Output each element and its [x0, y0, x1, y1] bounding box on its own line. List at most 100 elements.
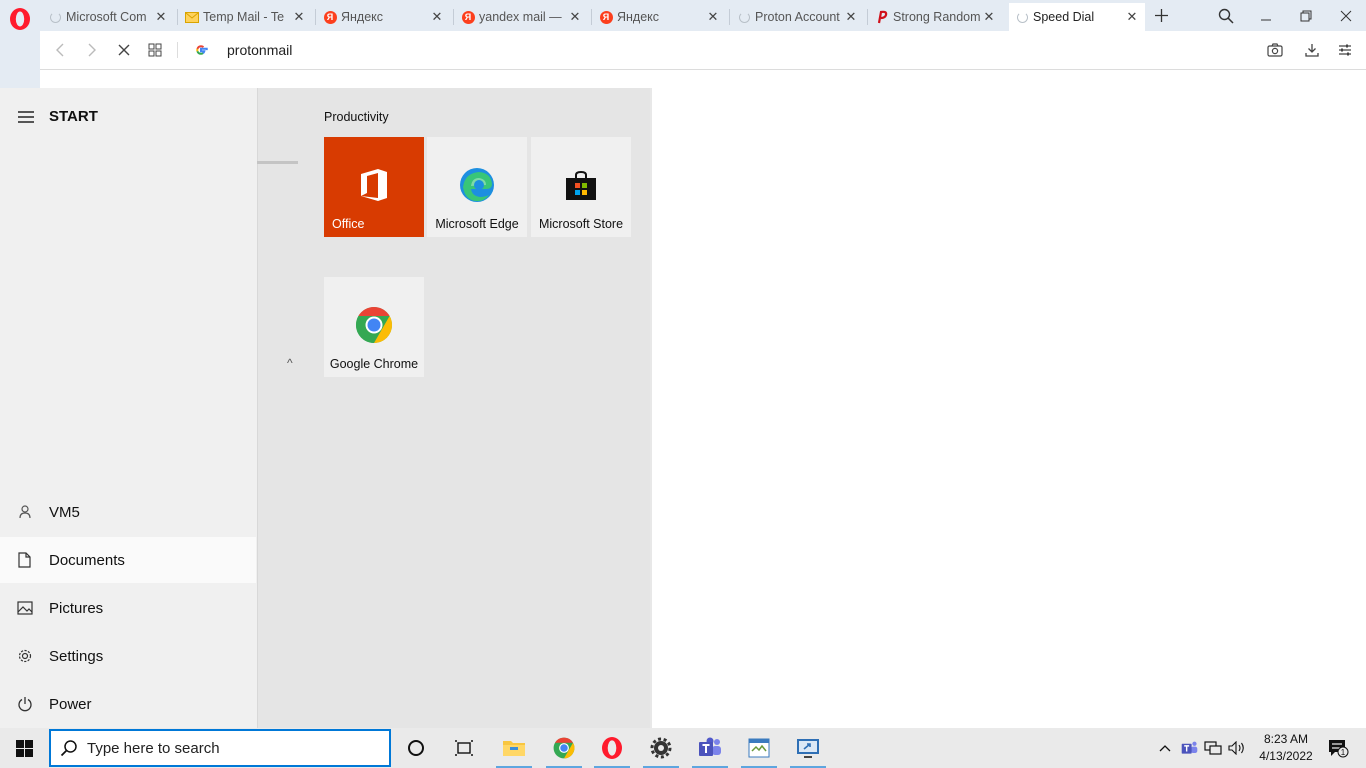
google-search-engine-icon [193, 42, 209, 58]
new-tab-button[interactable] [1146, 0, 1176, 31]
office-logo-icon [324, 165, 424, 205]
restore-button[interactable] [1286, 0, 1326, 31]
tray-volume[interactable] [1226, 728, 1248, 768]
teams-logo-icon [1181, 741, 1197, 754]
start-item-power[interactable]: Power [0, 681, 256, 727]
start-item-documents[interactable]: Documents [0, 537, 256, 583]
chevron-left-icon [56, 43, 64, 57]
taskbar-google-chrome[interactable] [540, 728, 588, 768]
cortana-button[interactable] [392, 728, 440, 768]
taskbar-teams[interactable] [686, 728, 734, 768]
start-item-settings[interactable]: Settings [0, 633, 256, 679]
tab-label: yandex mail — [479, 10, 562, 24]
close-window-button[interactable] [1326, 0, 1366, 31]
close-tab-icon[interactable]: ✕ [430, 9, 444, 25]
search-icon [1218, 8, 1234, 24]
close-tab-icon[interactable]: ✕ [844, 9, 858, 25]
close-icon [118, 44, 130, 56]
tile-label: Microsoft Store [538, 217, 624, 231]
gear-icon [0, 648, 49, 664]
show-hidden-icons-button[interactable] [1155, 728, 1175, 768]
start-item-label: Settings [49, 647, 104, 665]
close-tab-icon[interactable]: ✕ [706, 9, 720, 25]
address-bar: protonmail [40, 31, 1366, 70]
tile-microsoft-store[interactable]: Microsoft Store [531, 137, 631, 237]
window-app-icon [748, 738, 770, 758]
snapshot-button[interactable] [1267, 42, 1283, 58]
tab-label: Яндекс [341, 10, 384, 24]
tile-office[interactable]: Office [324, 137, 424, 237]
taskbar-settings[interactable] [637, 728, 685, 768]
minimize-icon [1261, 19, 1271, 20]
tab-strong-random[interactable]: Strong Random ✕ [869, 3, 1002, 31]
back-button[interactable] [52, 42, 68, 58]
action-center-button[interactable]: 1 [1320, 728, 1356, 768]
pictures-icon [0, 601, 49, 615]
cortana-circle-icon [408, 740, 424, 756]
browser-sidebar [0, 31, 40, 88]
tile-microsoft-edge[interactable]: Microsoft Edge [427, 137, 527, 237]
tab-microsoft[interactable]: Microsoft Com ✕ [42, 3, 174, 31]
taskbar-remote-desktop[interactable] [784, 728, 832, 768]
tabs-overview-button[interactable] [147, 42, 163, 58]
store-bag-icon [531, 165, 631, 205]
taskbar: Type here to search 8:23 AM 4/13/2022 1 [0, 728, 1366, 768]
start-button[interactable] [0, 728, 48, 768]
close-tab-icon[interactable]: ✕ [1125, 9, 1139, 25]
tray-teams[interactable] [1178, 728, 1200, 768]
loading-spinner-icon [737, 10, 751, 24]
minimize-button[interactable] [1246, 0, 1286, 31]
tab-yandex-mail[interactable]: Я yandex mail — ✕ [455, 3, 588, 31]
yandex-icon: Я [599, 10, 613, 24]
downloads-button[interactable] [1304, 42, 1320, 58]
taskbar-app-window[interactable] [735, 728, 783, 768]
start-item-label: Documents [49, 551, 125, 569]
tab-search-button[interactable] [1206, 0, 1246, 31]
easy-setup-button[interactable] [1337, 42, 1353, 58]
plus-icon [1154, 9, 1168, 22]
taskbar-search-box[interactable]: Type here to search [49, 729, 391, 767]
task-view-icon [455, 740, 473, 756]
clock-time: 8:23 AM [1263, 732, 1309, 746]
tile-group-title: Productivity [324, 110, 389, 124]
collapse-chevron-up-icon[interactable]: ^ [287, 356, 293, 370]
opera-menu-icon[interactable] [6, 5, 34, 33]
taskbar-clock[interactable]: 8:23 AM 4/13/2022 [1246, 731, 1326, 765]
task-view-button[interactable] [440, 728, 488, 768]
tab-speed-dial[interactable]: Speed Dial ✕ [1009, 3, 1145, 31]
stop-loading-button[interactable] [116, 42, 132, 58]
forward-button[interactable] [84, 42, 100, 58]
tab-temp-mail[interactable]: Temp Mail - Te ✕ [179, 3, 312, 31]
app-list-scrollbar[interactable] [257, 161, 298, 164]
close-tab-icon[interactable]: ✕ [568, 9, 582, 25]
close-tab-icon[interactable]: ✕ [982, 9, 996, 25]
tab-label: Strong Random [893, 10, 981, 24]
chevron-up-icon [1159, 745, 1171, 752]
taskbar-opera[interactable] [588, 728, 636, 768]
tab-yandex-1[interactable]: Я Яндекс ✕ [317, 3, 450, 31]
close-tab-icon[interactable]: ✕ [154, 9, 168, 25]
chrome-logo-icon [324, 305, 424, 345]
taskbar-file-explorer[interactable] [490, 728, 538, 768]
tile-label: Microsoft Edge [435, 217, 519, 231]
remote-desktop-icon [797, 739, 819, 758]
loading-spinner-icon [1015, 10, 1029, 24]
tab-yandex-2[interactable]: Я Яндекс ✕ [593, 3, 726, 31]
tile-google-chrome[interactable]: Google Chrome [324, 277, 424, 377]
tab-proton-account[interactable]: Proton Account ✕ [731, 3, 864, 31]
start-item-pictures[interactable]: Pictures [0, 585, 256, 631]
close-tab-icon[interactable]: ✕ [292, 9, 306, 25]
start-item-user[interactable]: VM5 [0, 489, 256, 535]
folder-icon [503, 741, 525, 756]
browser-tab-strip: Microsoft Com ✕ Temp Mail - Te ✕ Я Яндек… [0, 0, 1366, 31]
document-icon [0, 552, 49, 568]
address-input[interactable]: protonmail [227, 42, 292, 58]
tab-label: Microsoft Com [66, 10, 147, 24]
tray-network[interactable] [1202, 728, 1224, 768]
volume-icon [1228, 741, 1244, 755]
clock-date: 4/13/2022 [1259, 749, 1313, 763]
opera-logo-icon [602, 737, 622, 759]
network-icon [1204, 741, 1222, 755]
settings-sliders-icon [1339, 44, 1351, 56]
hamburger-menu-icon[interactable] [18, 111, 34, 123]
